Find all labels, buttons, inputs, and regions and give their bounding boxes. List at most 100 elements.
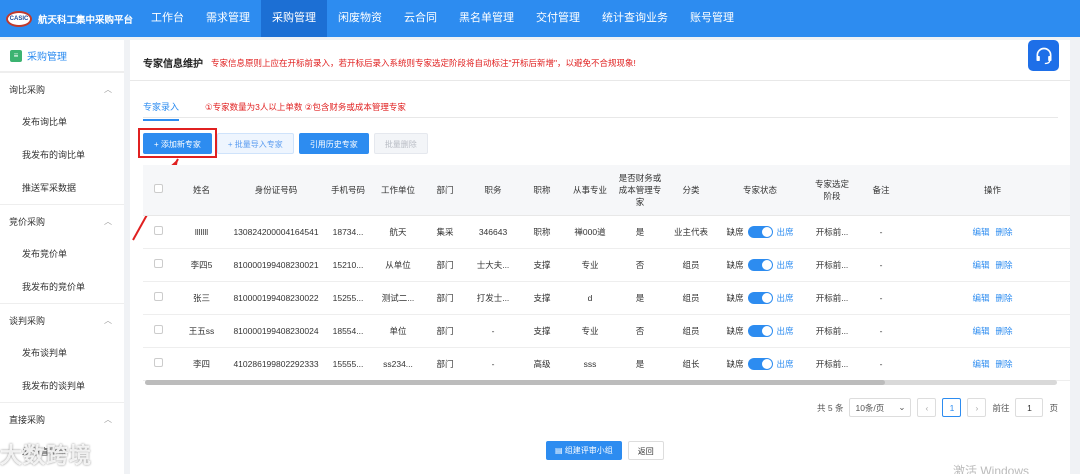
prev-page-button[interactable]: ‹ bbox=[917, 398, 937, 417]
delete-link[interactable]: 删除 bbox=[996, 260, 1013, 270]
row-checkbox[interactable] bbox=[153, 325, 163, 334]
cell-actions: 编辑 删除 bbox=[902, 248, 1070, 282]
attendance-toggle[interactable] bbox=[747, 291, 773, 304]
delete-link[interactable]: 删除 bbox=[996, 293, 1013, 303]
sidebar-item-my-negotiation[interactable]: 我发布的谈判单 bbox=[0, 369, 124, 402]
cell-work-unit: 从单位 bbox=[374, 248, 422, 282]
sidebar-item-publish-inquiry[interactable]: 发布询比单 bbox=[0, 105, 124, 138]
cell-work-unit: 航天 bbox=[374, 215, 422, 249]
nav-item-cloud-contract[interactable]: 云合同 bbox=[393, 0, 448, 37]
goto-page-input[interactable]: 1 bbox=[1015, 398, 1044, 417]
edit-link[interactable]: 编辑 bbox=[972, 326, 989, 336]
delete-link[interactable]: 删除 bbox=[996, 326, 1013, 336]
next-page-button[interactable]: › bbox=[967, 398, 987, 417]
cell-department: 部门 bbox=[422, 281, 468, 315]
table-body: lllllll 130824200004164541 18734... 航天 集采 346… bbox=[143, 215, 1070, 381]
cell-name: lllllll bbox=[173, 215, 230, 249]
sidebar-item-push-military[interactable]: 推送军采数据 bbox=[0, 171, 124, 204]
nav-item-account[interactable]: 账号管理 bbox=[679, 0, 745, 37]
delete-link[interactable]: 删除 bbox=[996, 227, 1013, 237]
scrollbar-thumb[interactable] bbox=[145, 380, 885, 385]
chevron-up-icon: ︿ bbox=[104, 315, 112, 325]
chevron-left-icon: ‹ bbox=[925, 402, 929, 413]
nav-item-demand[interactable]: 需求管理 bbox=[195, 0, 261, 37]
cell-status: 缺席 出席 bbox=[716, 248, 804, 282]
sidebar-item-publish-bidding[interactable]: 发布竞价单 bbox=[0, 237, 124, 270]
cell-status: 缺席 出席 bbox=[716, 347, 804, 381]
page-header: 专家信息维护 专家信息原则上应在开标前录入，若开标后录入系统则专家选定阶段将自动… bbox=[143, 55, 636, 71]
cell-title: 职称 bbox=[518, 215, 566, 249]
form-review-group-label: 组建评审小组 bbox=[564, 446, 613, 455]
cell-specialty: 专业 bbox=[566, 248, 614, 282]
attendance-switch-group: 缺席 出席 bbox=[726, 324, 794, 337]
cell-actions: 编辑 删除 bbox=[902, 215, 1070, 249]
cell-position: - bbox=[468, 314, 518, 348]
attendance-toggle[interactable] bbox=[747, 258, 773, 271]
nav-item-idle-materials[interactable]: 闲废物资 bbox=[327, 0, 393, 37]
sidebar-group-inquiry[interactable]: 询比采购 ︿ bbox=[0, 72, 124, 105]
chevron-up-icon: ︿ bbox=[104, 84, 112, 94]
edit-link[interactable]: 编辑 bbox=[972, 293, 989, 303]
page-suffix: 页 bbox=[1049, 402, 1058, 413]
row-checkbox[interactable] bbox=[153, 259, 163, 268]
column-header: 操作 bbox=[902, 165, 1070, 216]
cell-title: 支撑 bbox=[518, 248, 566, 282]
attendance-switch-group: 缺席 出席 bbox=[726, 291, 794, 304]
row-checkbox[interactable] bbox=[153, 358, 163, 367]
cell-position: - bbox=[468, 347, 518, 381]
cell-id-number: 810000199408230022 bbox=[230, 281, 322, 315]
sidebar-item-my-bidding[interactable]: 我发布的竞价单 bbox=[0, 270, 124, 303]
cell-department: 集采 bbox=[422, 215, 468, 249]
checkbox-cell bbox=[143, 215, 173, 249]
page-size-select[interactable]: 10条/页 ⌄ bbox=[849, 398, 912, 417]
pagination: 共 5 条 10条/页 ⌄ ‹ 1 › 前往 1 页 bbox=[817, 398, 1058, 417]
column-header: 从事专业 bbox=[566, 165, 614, 216]
page-number-button[interactable]: 1 bbox=[942, 398, 962, 417]
cell-id-number: 810000199408230024 bbox=[230, 314, 322, 348]
nav-item-delivery[interactable]: 交付管理 bbox=[525, 0, 591, 37]
cell-phone: 18554... bbox=[322, 314, 374, 348]
cell-actions: 编辑 删除 bbox=[902, 347, 1070, 381]
checkbox-cell bbox=[143, 347, 173, 381]
select-all-cell bbox=[143, 165, 173, 216]
cell-name: 王五ss bbox=[173, 314, 230, 348]
cell-title: 支撑 bbox=[518, 281, 566, 315]
cell-id-number: 410286199802292333 bbox=[230, 347, 322, 381]
table-row: 张三 810000199408230022 15255... 测试二... 部门 打发士.… bbox=[143, 281, 1070, 315]
batch-import-button[interactable]: + 批量导入专家 bbox=[216, 133, 294, 154]
cell-remark: - bbox=[860, 248, 902, 282]
attendance-switch-group: 缺席 出席 bbox=[726, 225, 794, 238]
nav-item-workbench[interactable]: 工作台 bbox=[140, 0, 195, 37]
cite-history-button[interactable]: 引用历史专家 bbox=[298, 133, 369, 154]
sidebar-group-direct[interactable]: 直接采购 ︿ bbox=[0, 402, 124, 435]
back-button[interactable]: 返回 bbox=[627, 441, 664, 460]
horizontal-scrollbar[interactable] bbox=[145, 380, 1057, 385]
nav-item-blacklist[interactable]: 黑名单管理 bbox=[448, 0, 525, 37]
sidebar-item-my-inquiry[interactable]: 我发布的询比单 bbox=[0, 138, 124, 171]
table-row: 李四 410286199802292333 15555... ss234... 部门 - 高… bbox=[143, 347, 1070, 381]
form-review-group-button[interactable]: ▤ 组建评审小组 bbox=[546, 441, 622, 460]
attendance-toggle[interactable] bbox=[747, 225, 773, 238]
sidebar-group-negotiation[interactable]: 谈判采购 ︿ bbox=[0, 303, 124, 336]
customer-service-button[interactable] bbox=[1028, 40, 1059, 71]
sidebar: ≡ 采购管理 询比采购 ︿ 发布询比单 我发布的询比单 推送军采数据 竞价采购 … bbox=[0, 40, 124, 474]
sidebar-item-publish-negotiation[interactable]: 发布谈判单 bbox=[0, 336, 124, 369]
edit-link[interactable]: 编辑 bbox=[972, 359, 989, 369]
attendance-toggle[interactable] bbox=[747, 357, 773, 370]
row-checkbox[interactable] bbox=[153, 292, 163, 301]
sidebar-group-bidding[interactable]: 竞价采购 ︿ bbox=[0, 204, 124, 237]
absent-label: 缺席 bbox=[726, 226, 744, 237]
footer-actions: ▤ 组建评审小组 返回 bbox=[546, 441, 664, 460]
edit-link[interactable]: 编辑 bbox=[972, 260, 989, 270]
watermark: 大数跨境 bbox=[0, 443, 93, 468]
nav-item-procurement[interactable]: 采购管理 bbox=[261, 0, 327, 37]
row-checkbox[interactable] bbox=[153, 226, 163, 235]
batch-delete-button[interactable]: 批量删除 bbox=[373, 133, 428, 154]
edit-link[interactable]: 编辑 bbox=[972, 227, 989, 237]
chevron-right-icon: › bbox=[975, 402, 979, 413]
nav-item-statistics[interactable]: 统计查询业务 bbox=[591, 0, 679, 37]
delete-link[interactable]: 删除 bbox=[996, 359, 1013, 369]
windows-activation-text: 激活 Windows bbox=[953, 464, 1030, 474]
select-all-checkbox[interactable] bbox=[153, 183, 163, 193]
attendance-toggle[interactable] bbox=[747, 324, 773, 337]
